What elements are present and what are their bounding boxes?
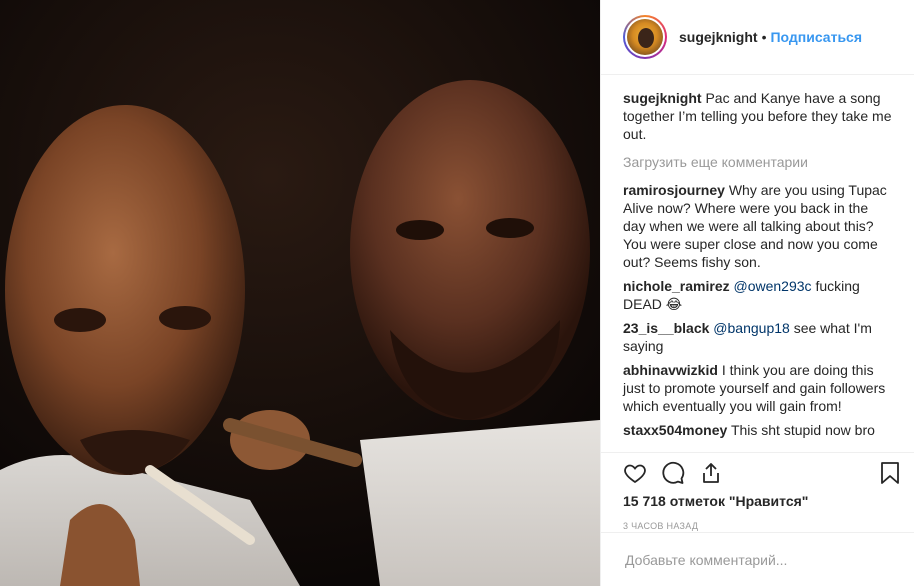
action-icons [601,453,914,489]
avatar [627,19,663,55]
comment-item: 23_is__black @bangup18 see what I'm sayi… [623,319,892,355]
likes-count[interactable]: 15 718 отметок "Нравится" [601,493,914,509]
comment-bubble-icon[interactable] [659,459,687,487]
comment-username[interactable]: staxx504money [623,422,727,438]
photo-illustration [0,0,600,586]
comments-list[interactable]: sugejknight Pac and Kanye have a song to… [601,75,914,452]
comment-item: abhinavwizkid I think you are doing this… [623,361,892,415]
follow-button[interactable]: Подписаться [770,29,862,45]
comment-text: This sht stupid now bro [730,422,875,438]
story-ring[interactable] [623,15,667,59]
share-icon[interactable] [697,459,725,487]
comment-item: ramirosjourney Why are you using Tupac A… [623,181,892,271]
comment-username[interactable]: abhinavwizkid [623,362,718,378]
comment-item: nichole_ramirez @owen293c fucking DEAD 😂 [623,277,892,313]
comment-username[interactable]: ramirosjourney [623,182,725,198]
post-sidebar: sugejknight • Подписаться sugejknight Pa… [600,0,914,586]
post-header: sugejknight • Подписаться [601,0,914,75]
comment-username[interactable]: 23_is__black [623,320,709,336]
separator-dot: • [761,29,767,45]
caption: sugejknight Pac and Kanye have a song to… [623,89,892,143]
add-comment-area [601,532,914,586]
comment-mention[interactable]: @bangup18 [713,320,790,336]
comment-username[interactable]: nichole_ramirez [623,278,730,294]
heart-icon[interactable] [621,459,649,487]
load-more-comments-button[interactable]: Загрузить еще комментарии [623,153,892,171]
comment-mention[interactable]: @owen293c [734,278,812,294]
author-username[interactable]: sugejknight [679,29,758,45]
bookmark-icon[interactable] [876,459,904,487]
timestamp: 3 ЧАСОВ НАЗАД [623,521,699,531]
add-comment-input[interactable] [623,550,887,569]
comment-item: staxx504money This sht stupid now bro [623,421,892,439]
post-photo[interactable] [0,0,600,586]
caption-username[interactable]: sugejknight [623,90,702,106]
